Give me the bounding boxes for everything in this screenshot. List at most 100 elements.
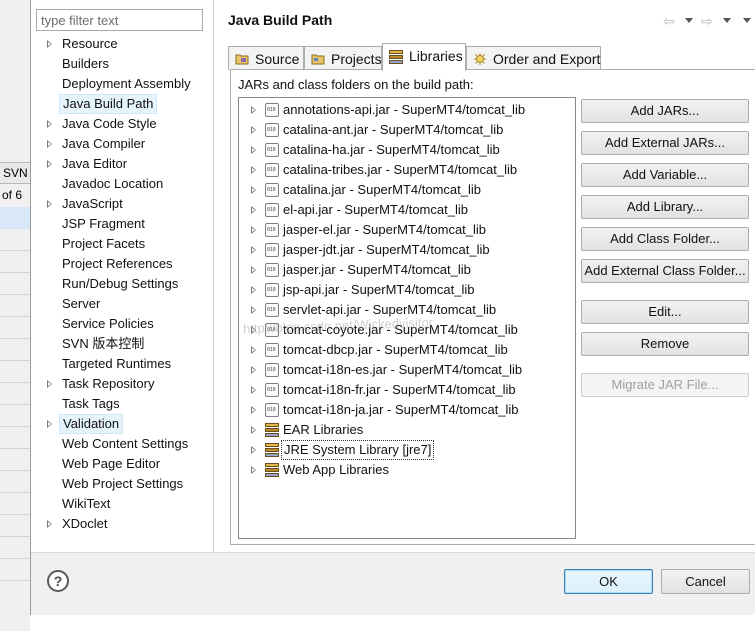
nav-item[interactable]: Resource	[31, 34, 213, 54]
nav-item[interactable]: XDoclet	[31, 514, 213, 534]
nav-item[interactable]: Project References	[31, 254, 213, 274]
expand-arrow-icon[interactable]	[251, 386, 256, 394]
expand-arrow-icon[interactable]	[251, 366, 256, 374]
tree-row[interactable]: catalina-ant.jar - SuperMT4/tomcat_lib	[239, 120, 575, 140]
nav-item[interactable]: Java Compiler	[31, 134, 213, 154]
nav-item[interactable]: JSP Fragment	[31, 214, 213, 234]
nav-item[interactable]: Run/Debug Settings	[31, 274, 213, 294]
add-external-class-folder-button[interactable]: Add External Class Folder...	[581, 259, 749, 283]
add-library-button[interactable]: Add Library...	[581, 195, 749, 219]
add-variable-button[interactable]: Add Variable...	[581, 163, 749, 187]
expand-arrow-icon[interactable]	[251, 466, 256, 474]
remove-button[interactable]: Remove	[581, 332, 749, 356]
tab-order-and-export[interactable]: Order and Export	[466, 46, 601, 70]
nav-item[interactable]: Task Tags	[31, 394, 213, 414]
tree-row[interactable]: catalina.jar - SuperMT4/tomcat_lib	[239, 180, 575, 200]
expand-arrow-icon[interactable]	[47, 380, 52, 388]
expand-arrow-icon[interactable]	[47, 520, 52, 528]
expand-arrow-icon[interactable]	[47, 420, 52, 428]
cancel-button[interactable]: Cancel	[661, 569, 750, 594]
nav-item[interactable]: WikiText	[31, 494, 213, 514]
expand-arrow-icon[interactable]	[251, 306, 256, 314]
nav-item[interactable]: Java Build Path	[31, 94, 213, 114]
filter-input[interactable]	[36, 9, 203, 31]
expand-arrow-icon[interactable]	[251, 186, 256, 194]
tree-row[interactable]: Web App Libraries	[239, 460, 575, 480]
nav-item[interactable]: Builders	[31, 54, 213, 74]
nav-item[interactable]: Project Facets	[31, 234, 213, 254]
tree-row[interactable]: el-api.jar - SuperMT4/tomcat_lib	[239, 200, 575, 220]
tree-row[interactable]: jasper.jar - SuperMT4/tomcat_lib	[239, 260, 575, 280]
nav-item[interactable]: Java Code Style	[31, 114, 213, 134]
expand-arrow-icon[interactable]	[251, 406, 256, 414]
nav-item[interactable]: Task Repository	[31, 374, 213, 394]
tree-row[interactable]: jsp-api.jar - SuperMT4/tomcat_lib	[239, 280, 575, 300]
tree-row[interactable]: tomcat-i18n-es.jar - SuperMT4/tomcat_lib	[239, 360, 575, 380]
nav-item[interactable]: Web Page Editor	[31, 454, 213, 474]
expand-arrow-icon[interactable]	[251, 446, 256, 454]
add-external-jars-button[interactable]: Add External JARs...	[581, 131, 749, 155]
tab-source[interactable]: Source	[228, 46, 304, 70]
background-row-divider	[0, 338, 30, 339]
expand-arrow-icon[interactable]	[251, 106, 256, 114]
tree-row[interactable]: tomcat-i18n-ja.jar - SuperMT4/tomcat_lib	[239, 400, 575, 420]
background-row-divider	[0, 272, 30, 273]
background-row-divider	[0, 514, 30, 515]
expand-arrow-icon[interactable]	[251, 266, 256, 274]
expand-arrow-icon[interactable]	[251, 246, 256, 254]
expand-arrow-icon[interactable]	[251, 206, 256, 214]
expand-arrow-icon[interactable]	[47, 120, 52, 128]
back-arrow-icon[interactable]: ⇦	[663, 12, 675, 30]
nav-item[interactable]: Deployment Assembly	[31, 74, 213, 94]
ok-button[interactable]: OK	[564, 569, 653, 594]
expand-arrow-icon[interactable]	[251, 286, 256, 294]
tree-row[interactable]: tomcat-dbcp.jar - SuperMT4/tomcat_lib	[239, 340, 575, 360]
expand-arrow-icon[interactable]	[251, 126, 256, 134]
nav-item[interactable]: Validation	[31, 414, 213, 434]
forward-arrow-icon[interactable]: ⇨	[701, 12, 713, 30]
edit-button[interactable]: Edit...	[581, 300, 749, 324]
nav-item[interactable]: JavaScript	[31, 194, 213, 214]
jar-icon	[265, 263, 279, 277]
tree-row[interactable]: jasper-jdt.jar - SuperMT4/tomcat_lib	[239, 240, 575, 260]
tree-row[interactable]: tomcat-i18n-fr.jar - SuperMT4/tomcat_lib	[239, 380, 575, 400]
background-row-divider	[0, 470, 30, 471]
tab-projects[interactable]: Projects	[304, 46, 382, 70]
nav-item[interactable]: Web Project Settings	[31, 474, 213, 494]
background-svn-tab[interactable]: SVN	[0, 162, 30, 184]
tab-libraries[interactable]: Libraries	[382, 43, 466, 71]
background-window	[0, 0, 30, 631]
nav-item[interactable]: SVN 版本控制	[31, 334, 213, 354]
expand-arrow-icon[interactable]	[47, 140, 52, 148]
nav-item[interactable]: Java Editor	[31, 154, 213, 174]
add-jars-button[interactable]: Add JARs...	[581, 99, 749, 123]
tree-row[interactable]: catalina-tribes.jar - SuperMT4/tomcat_li…	[239, 160, 575, 180]
add-class-folder-button[interactable]: Add Class Folder...	[581, 227, 749, 251]
view-menu-icon[interactable]	[743, 18, 751, 23]
expand-arrow-icon[interactable]	[47, 160, 52, 168]
jar-icon	[265, 123, 279, 137]
migrate-jar-button[interactable]: Migrate JAR File...	[581, 373, 749, 397]
expand-arrow-icon[interactable]	[251, 426, 256, 434]
tree-row[interactable]: EAR Libraries	[239, 420, 575, 440]
tree-row[interactable]: annotations-api.jar - SuperMT4/tomcat_li…	[239, 100, 575, 120]
help-button[interactable]: ?	[47, 570, 69, 592]
forward-dropdown-icon[interactable]	[723, 18, 731, 23]
back-dropdown-icon[interactable]	[685, 18, 693, 23]
nav-item[interactable]: Web Content Settings	[31, 434, 213, 454]
nav-item[interactable]: Service Policies	[31, 314, 213, 334]
expand-arrow-icon[interactable]	[251, 226, 256, 234]
nav-item[interactable]: Server	[31, 294, 213, 314]
expand-arrow-icon[interactable]	[47, 40, 52, 48]
expand-arrow-icon[interactable]	[251, 146, 256, 154]
nav-item[interactable]: Javadoc Location	[31, 174, 213, 194]
tree-row-label: tomcat-i18n-ja.jar - SuperMT4/tomcat_lib	[283, 402, 519, 417]
expand-arrow-icon[interactable]	[251, 346, 256, 354]
expand-arrow-icon[interactable]	[47, 200, 52, 208]
expand-arrow-icon[interactable]	[251, 166, 256, 174]
nav-item[interactable]: Targeted Runtimes	[31, 354, 213, 374]
tree-row[interactable]: catalina-ha.jar - SuperMT4/tomcat_lib	[239, 140, 575, 160]
tree-row[interactable]: jasper-el.jar - SuperMT4/tomcat_lib	[239, 220, 575, 240]
nav-item-label: Deployment Assembly	[62, 76, 191, 91]
tree-row[interactable]: JRE System Library [jre7]	[239, 440, 575, 460]
